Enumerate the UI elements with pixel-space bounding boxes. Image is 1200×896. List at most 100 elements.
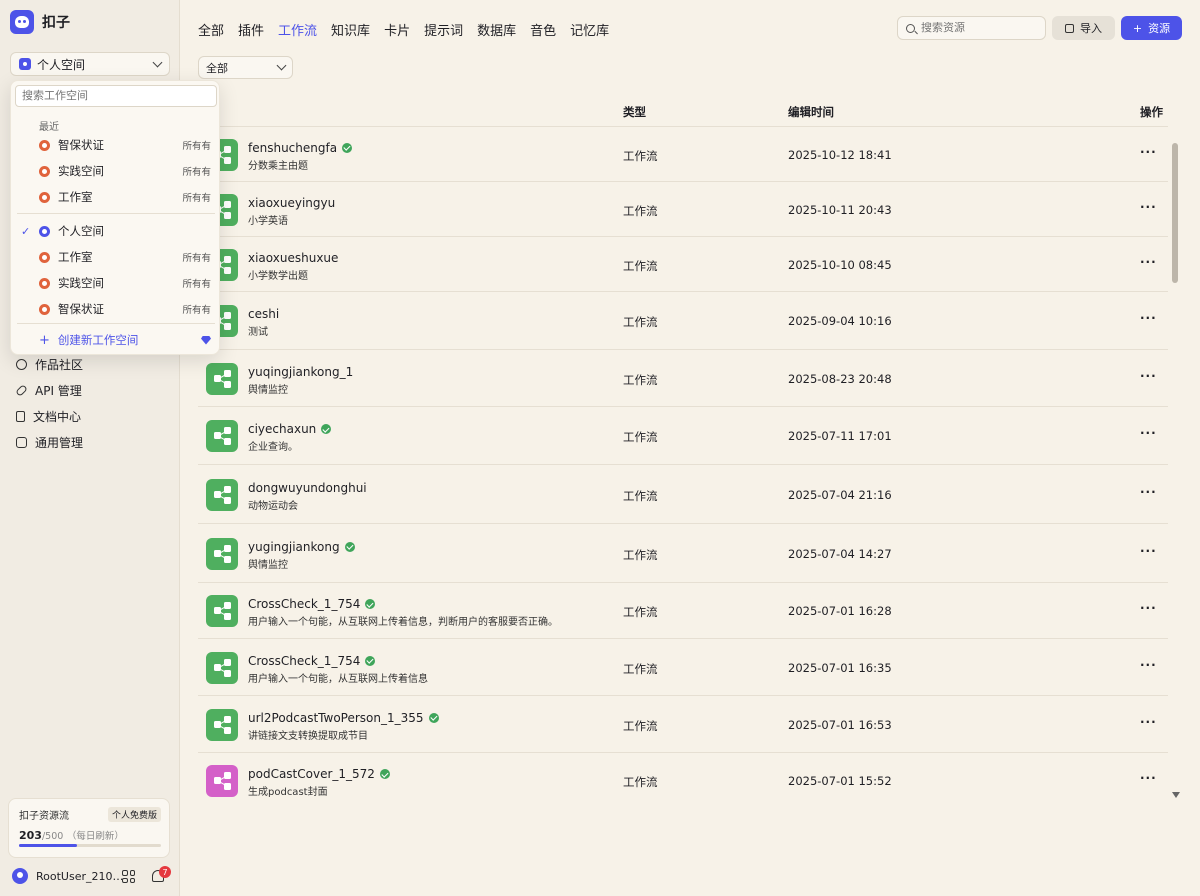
table-row[interactable]: yugingjiankong 舆情监控 工作流 2025-07-04 14:27… (198, 524, 1168, 583)
table-row[interactable]: podCastCover_1_572 生成podcast封面 工作流 2025-… (198, 753, 1168, 809)
workflow-icon (206, 478, 238, 511)
workspace-option[interactable]: 实践空间 所有有 (11, 159, 221, 183)
search-box[interactable] (897, 16, 1046, 40)
box-icon (16, 437, 27, 448)
add-resource-button[interactable]: + 资源 (1121, 16, 1182, 40)
workspace-option-name: 个人空间 (58, 224, 104, 238)
more-options-icon[interactable]: ··· (1140, 369, 1157, 383)
row-name: url2PodcastTwoPerson_1_355 (248, 710, 424, 725)
table-row[interactable]: fenshuchengfa 分数乘主由题 工作流 2025-10-12 18:4… (198, 127, 1168, 182)
recent-section-label: 最近 (39, 122, 59, 133)
tab-1[interactable]: 插件 (238, 20, 264, 39)
sidebar-item-2[interactable]: 文档中心 (16, 408, 81, 425)
type-filter-select[interactable]: 全部 (198, 56, 293, 79)
row-type: 工作流 (623, 488, 658, 503)
import-button[interactable]: 导入 (1052, 16, 1115, 40)
column-header-action: 操作 (1140, 105, 1163, 119)
tab-0[interactable]: 全部 (198, 20, 224, 39)
more-options-icon[interactable]: ··· (1140, 601, 1157, 615)
more-options-icon[interactable]: ··· (1140, 658, 1157, 672)
team-workspace-icon (39, 139, 50, 151)
row-type: 工作流 (623, 148, 658, 163)
user-profile[interactable]: RootUser_210… (12, 868, 124, 884)
sidebar-item-label: 文档中心 (33, 410, 82, 424)
more-options-icon[interactable]: ··· (1140, 715, 1157, 729)
workspace-option[interactable]: 工作室 所有有 (11, 245, 221, 269)
brand-name: 扣子 (42, 15, 70, 31)
sidebar-item-0[interactable]: 作品社区 (16, 356, 83, 373)
tab-6[interactable]: 数据库 (477, 20, 516, 39)
table-row[interactable]: ceshi 测试 工作流 2025-09-04 10:16 ··· (198, 292, 1168, 350)
more-options-icon[interactable]: ··· (1140, 145, 1157, 159)
workspace-role: 所有有 (182, 141, 211, 152)
search-input[interactable] (921, 22, 1031, 34)
more-options-icon[interactable]: ··· (1140, 255, 1157, 269)
premium-gem-icon (201, 335, 211, 345)
tab-7[interactable]: 音色 (530, 20, 556, 39)
table-row[interactable]: yuqingjiankong_1 舆情监控 工作流 2025-08-23 20:… (198, 350, 1168, 407)
plan-badge[interactable]: 个人免费版 (107, 807, 161, 822)
tab-3[interactable]: 知识库 (331, 20, 370, 39)
verified-icon (428, 712, 439, 723)
workspace-option[interactable]: 工作室 所有有 (11, 185, 221, 209)
sidebar-item-1[interactable]: API 管理 (15, 382, 82, 399)
create-workspace-button[interactable]: + 创建新工作空间 (11, 329, 221, 351)
row-edit-time: 2025-07-01 16:35 (788, 660, 892, 675)
table-row[interactable]: ciyechaxun 企业查询。 工作流 2025-07-11 17:01 ··… (198, 407, 1168, 465)
sidebar-item-3[interactable]: 通用管理 (16, 434, 83, 451)
workspace-option[interactable]: ✓ 个人空间 (11, 219, 221, 243)
row-type: 工作流 (623, 547, 658, 562)
tab-2[interactable]: 工作流 (278, 20, 317, 39)
row-edit-time: 2025-07-01 16:28 (788, 604, 892, 618)
tab-5[interactable]: 提示词 (424, 20, 463, 39)
row-name: ceshi (248, 307, 280, 321)
row-edit-time: 2025-10-12 18:41 (788, 147, 892, 162)
sidebar-item-label: API 管理 (35, 384, 82, 398)
row-description: 企业查询。 (248, 442, 298, 453)
quota-usage: 203/500 （每日刷新） (19, 828, 124, 842)
user-avatar (12, 868, 28, 884)
row-title: CrossCheck_1_754 (248, 654, 376, 668)
workspace-search-input[interactable] (15, 85, 217, 107)
row-description: 小学数学出题 (248, 270, 308, 282)
more-options-icon[interactable]: ··· (1140, 544, 1157, 558)
row-description: 测试 (248, 327, 268, 338)
tab-4[interactable]: 卡片 (384, 20, 410, 39)
workspace-option[interactable]: 智保状证 所有有 (11, 297, 221, 321)
workspace-option[interactable]: 智保状证 所有有 (11, 133, 221, 157)
table-row[interactable]: url2PodcastTwoPerson_1_355 讲链接文支转换提取成节目 … (198, 696, 1168, 753)
row-type: 工作流 (623, 430, 658, 444)
brand[interactable]: 扣子 (10, 10, 70, 34)
more-options-icon[interactable]: ··· (1140, 771, 1157, 785)
workspace-option[interactable]: 实践空间 所有有 (11, 271, 221, 295)
row-type: 工作流 (623, 258, 658, 273)
workspace-select[interactable]: 个人空间 (10, 52, 170, 76)
table-row[interactable]: CrossCheck_1_754 用户输入一个句能，从互联网上传着信息 工作流 … (198, 639, 1168, 696)
quota-total: /500 (41, 831, 64, 842)
verified-icon (342, 142, 353, 153)
tab-8[interactable]: 记忆库 (570, 20, 609, 39)
row-name: ciyechaxun (248, 422, 317, 436)
scrollbar-thumb[interactable] (1172, 143, 1178, 283)
table-row[interactable]: dongwuyundonghui 动物运动会 工作流 2025-07-04 21… (198, 465, 1168, 524)
row-description: 分数乘主由题 (248, 160, 308, 172)
check-icon: ✓ (21, 224, 31, 238)
user-name: RootUser_210… (36, 869, 124, 883)
import-icon (1065, 23, 1074, 33)
more-options-icon[interactable]: ··· (1140, 426, 1157, 440)
row-title: fenshuchengfa (248, 141, 353, 155)
more-options-icon[interactable]: ··· (1140, 311, 1157, 325)
table-row[interactable]: xiaoxueshuxue 小学数学出题 工作流 2025-10-10 08:4… (198, 237, 1168, 292)
brand-logo-icon (10, 10, 34, 34)
row-edit-time: 2025-07-01 16:53 (788, 717, 892, 732)
more-options-icon[interactable]: ··· (1140, 200, 1157, 214)
workspace-role: 所有有 (182, 253, 211, 264)
workspace-option-name: 智保状证 (58, 302, 104, 316)
table-row[interactable]: xiaoxueyingyu 小学英语 工作流 2025-10-11 20:43 … (198, 182, 1168, 237)
scroll-down-arrow-icon[interactable] (1172, 792, 1180, 798)
apps-grid-icon[interactable] (122, 870, 135, 883)
table-row[interactable]: CrossCheck_1_754 用户输入一个句能，从互联网上传着信息，判断用户… (198, 583, 1168, 639)
more-options-icon[interactable]: ··· (1140, 485, 1157, 499)
row-edit-time: 2025-10-11 20:43 (788, 202, 892, 217)
verified-icon (344, 541, 355, 552)
